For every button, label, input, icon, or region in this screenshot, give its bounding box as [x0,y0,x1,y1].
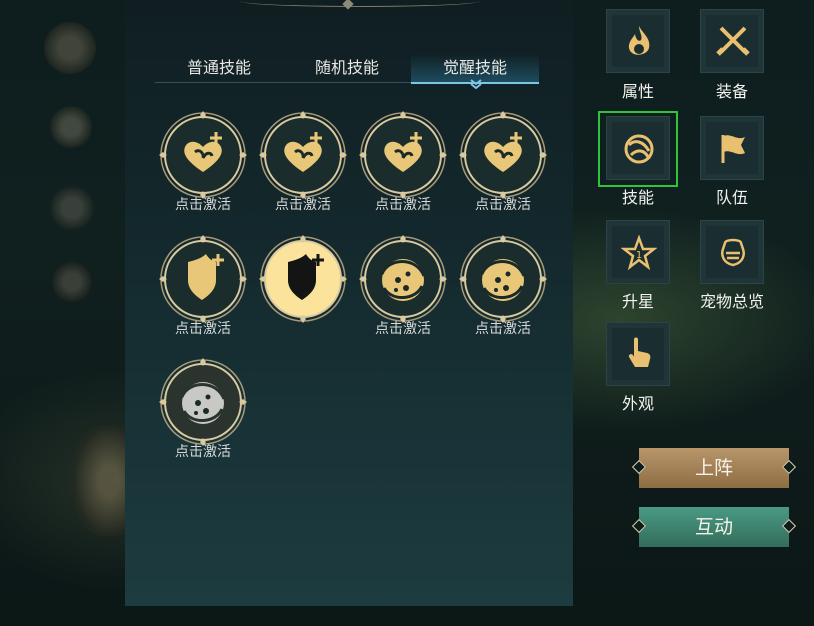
skill-activate-label: 点击激活 [175,321,231,337]
flag-icon [721,135,745,163]
deploy-button[interactable]: 上阵 [631,448,797,488]
crossed-swords-icon [716,26,750,56]
skill-activate-label: 点击激活 [375,321,431,337]
team-label: 队伍 [715,188,748,207]
tab-random-skills[interactable]: 随机技能 [283,54,411,82]
team-button[interactable] [700,116,764,180]
skill-panel: 普通技能 随机技能 觉醒技能 点击激活 点击激活 点击激活 点击激活 点击激活 … [125,0,573,606]
star-up-label: 升星 [621,292,654,311]
level-badge-icon [44,22,96,74]
svg-text:1: 1 [636,250,642,261]
shield-emblem-icon [52,262,92,302]
interact-button-label: 互动 [694,516,733,538]
pet-icon [721,238,745,267]
skill-slot[interactable]: 点击激活 [158,357,248,467]
equipment-label: 装备 [715,82,748,101]
skill-activate-label: 点击激活 [375,197,431,213]
skills-button[interactable] [606,116,670,180]
star-icon: 1 [621,235,657,271]
chevron-down-icon [470,79,482,89]
crest-icon [50,106,92,148]
attributes-label: 属性 [621,82,654,101]
button-right-diamond [781,518,797,534]
hand-icon [628,337,651,367]
tab-normal-skills[interactable]: 普通技能 [155,54,283,82]
skills-label: 技能 [621,188,654,207]
vortex-icon [459,235,547,323]
attributes-button[interactable] [606,9,670,73]
heart-plus-icon [259,111,347,199]
ship-icon [50,186,94,230]
equipment-button[interactable] [700,9,764,73]
skill-slot[interactable]: 点击激活 [458,110,548,220]
skill-slot[interactable]: 点击激活 [158,110,248,220]
skill-slot[interactable]: 点击激活 [358,234,448,344]
skill-slot[interactable]: 点击激活 [458,234,548,344]
skill-activate-label: 点击激活 [275,197,331,213]
skill-slot[interactable]: 点击激活 [358,110,448,220]
vortex-icon [159,358,247,446]
shield-plus-icon [159,235,247,323]
pet-overview-button[interactable] [700,220,764,284]
button-left-diamond [631,518,647,534]
pet-overview-label: 宠物总览 [699,292,764,311]
flame-icon [628,26,650,55]
panel-top-diamond [342,0,354,10]
heart-plus-icon [459,111,547,199]
deploy-button-label: 上阵 [694,457,733,479]
appearance-button[interactable] [606,322,670,386]
appearance-label: 外观 [621,394,654,413]
skill-slot[interactable]: 点击激活 [158,234,248,344]
background-left-column [0,0,144,626]
shield-plus-icon [259,235,347,323]
skill-activate-label: 点击激活 [475,197,531,213]
panel-top-ornament [240,0,480,7]
vortex-icon [359,235,447,323]
interact-button[interactable]: 互动 [631,507,797,547]
heart-plus-icon [359,111,447,199]
star-up-button[interactable]: 1 [606,220,670,284]
skill-activate-label: 点击激活 [175,197,231,213]
button-left-diamond [631,459,647,475]
skill-slot[interactable]: 点击激活 [258,110,348,220]
heart-plus-icon [159,111,247,199]
skill-slot[interactable] [258,234,348,344]
skill-activate-label: 点击激活 [175,444,231,460]
button-right-diamond [781,459,797,475]
skill-orb-icon [624,134,654,164]
skill-activate-label: 点击激活 [475,321,531,337]
